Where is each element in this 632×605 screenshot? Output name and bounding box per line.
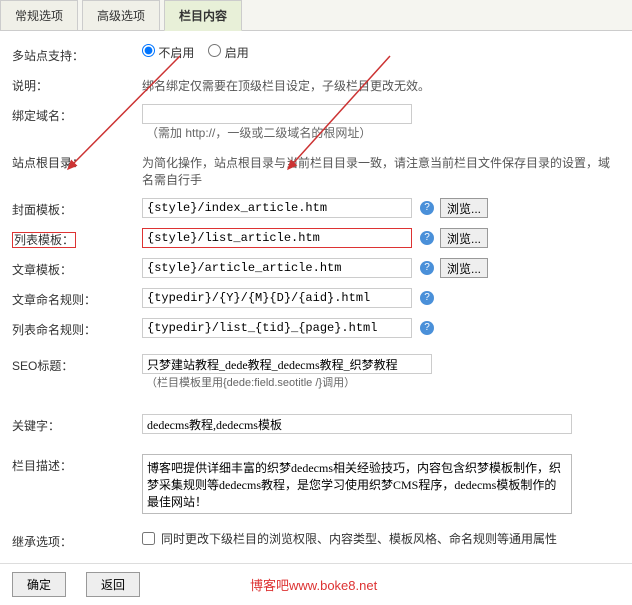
- tab-general[interactable]: 常规选项: [0, 0, 78, 30]
- article-browse-button[interactable]: 浏览...: [440, 258, 488, 278]
- artrule-input[interactable]: [142, 288, 412, 308]
- help-icon[interactable]: ?: [420, 261, 434, 275]
- listrule-input[interactable]: [142, 318, 412, 338]
- seo-label: SEO标题：: [12, 354, 142, 374]
- seo-input[interactable]: [142, 354, 432, 374]
- siteroot-text: 为简化操作，站点根目录与当前栏目目录一致，请注意当前栏目文件保存目录的设置，域名…: [142, 151, 620, 188]
- listrule-label: 列表命名规则：: [12, 318, 142, 338]
- cover-label: 封面模板：: [12, 198, 142, 218]
- help-icon[interactable]: ?: [420, 291, 434, 305]
- back-button[interactable]: 返回: [86, 572, 140, 597]
- multisite-off[interactable]: 不启用: [142, 44, 194, 61]
- multisite-label: 多站点支持：: [12, 44, 142, 64]
- desc-label: 栏目描述：: [12, 454, 142, 474]
- multisite-on[interactable]: 启用: [208, 44, 248, 61]
- keywords-label: 关键字：: [12, 414, 142, 434]
- seo-hint: （栏目模板里用{dede:field.seotitle /}调用）: [146, 374, 355, 390]
- help-icon[interactable]: ?: [420, 321, 434, 335]
- watermark-text: 博客吧www.boke8.net: [250, 575, 377, 594]
- help-icon[interactable]: ?: [420, 201, 434, 215]
- keywords-input[interactable]: [142, 414, 572, 434]
- tab-advanced[interactable]: 高级选项: [82, 0, 160, 30]
- help-icon[interactable]: ?: [420, 231, 434, 245]
- list-label: 列表模板：: [12, 228, 142, 248]
- binddomain-label: 绑定域名：: [12, 104, 142, 124]
- explain-label: 说明：: [12, 74, 142, 94]
- binddomain-input[interactable]: [142, 104, 412, 124]
- tab-content[interactable]: 栏目内容: [164, 0, 242, 31]
- explain-text: 绑名绑定仅需要在顶级栏目设定，子级栏目更改无效。: [142, 74, 430, 94]
- artrule-label: 文章命名规则：: [12, 288, 142, 308]
- inherit-checkbox[interactable]: [142, 532, 155, 545]
- ok-button[interactable]: 确定: [12, 572, 66, 597]
- inherit-label: 继承选项：: [12, 530, 142, 550]
- article-input[interactable]: [142, 258, 412, 278]
- siteroot-label: 站点根目录：: [12, 151, 142, 171]
- inherit-text: 同时更改下级栏目的浏览权限、内容类型、模板风格、命名规则等通用属性: [161, 530, 557, 547]
- article-label: 文章模板：: [12, 258, 142, 278]
- cover-browse-button[interactable]: 浏览...: [440, 198, 488, 218]
- list-input[interactable]: [142, 228, 412, 248]
- list-browse-button[interactable]: 浏览...: [440, 228, 488, 248]
- cover-input[interactable]: [142, 198, 412, 218]
- desc-textarea[interactable]: 博客吧提供详细丰富的织梦dedecms相关经验技巧，内容包含织梦模板制作，织梦采…: [142, 454, 572, 514]
- binddomain-hint: （需加 http://，一级或二级域名的根网址）: [146, 124, 371, 141]
